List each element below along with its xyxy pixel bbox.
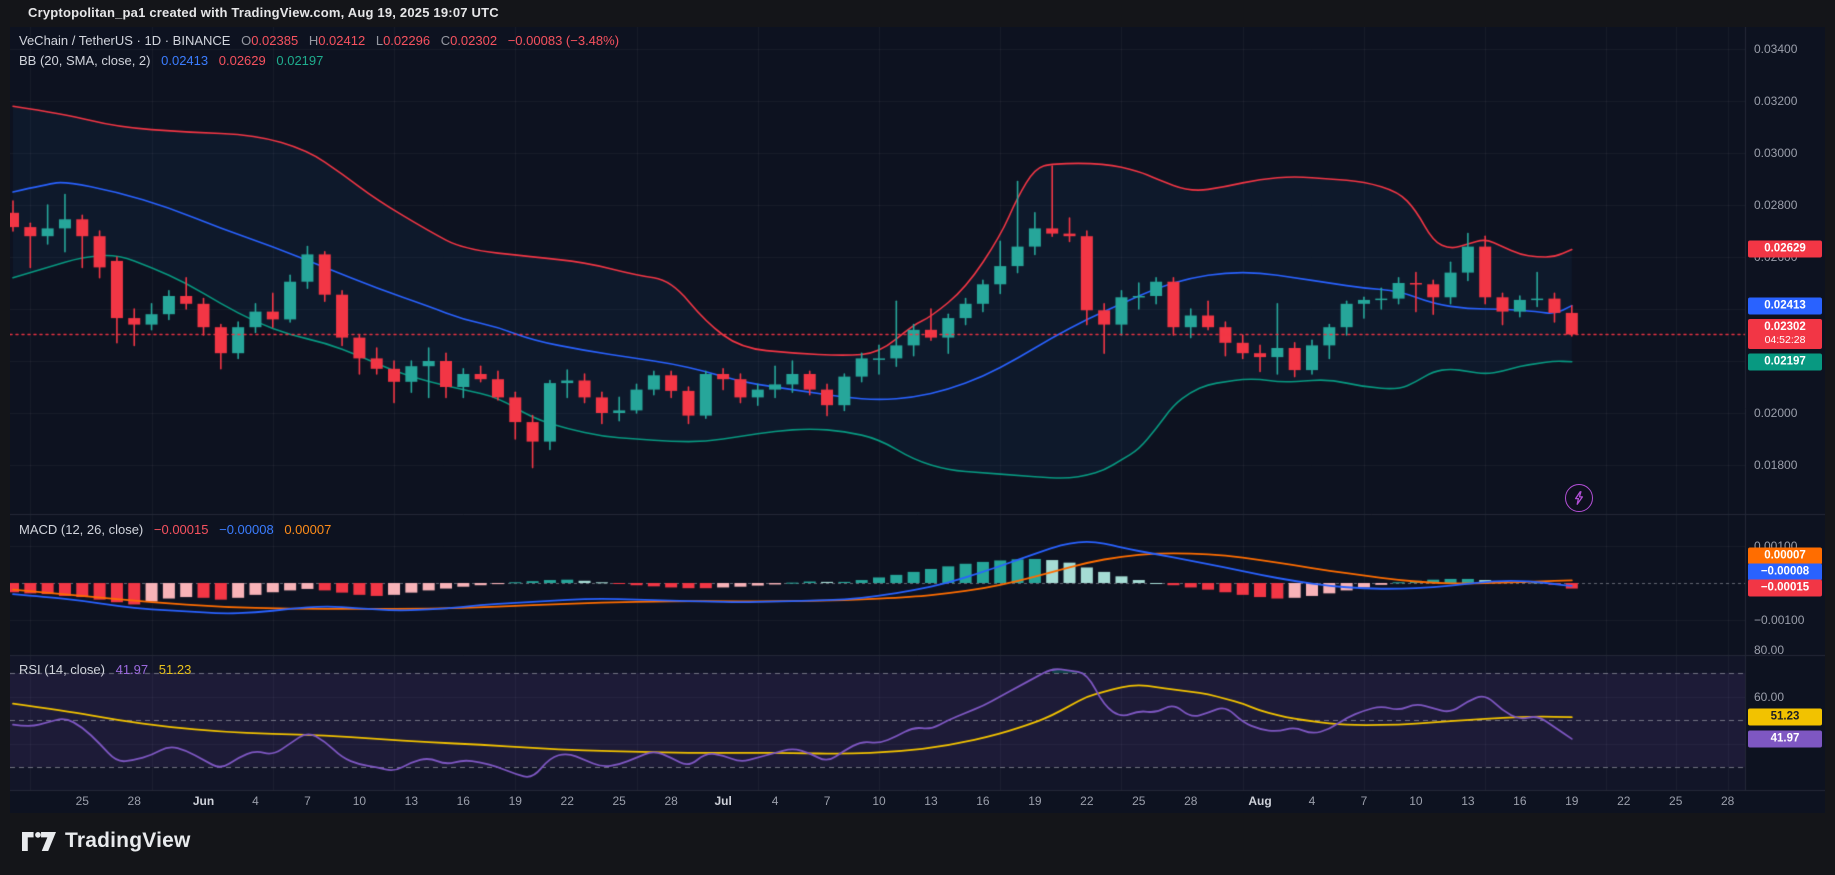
time-label[interactable]: 7 [304, 794, 311, 808]
bb-lower-value: 0.02197 [276, 53, 324, 68]
time-label[interactable]: 4 [772, 794, 779, 808]
right-frame-strip [1825, 27, 1835, 813]
time-label[interactable]: Aug [1248, 794, 1271, 808]
price-tick: 0.03400 [1754, 42, 1798, 56]
time-label[interactable]: Jun [193, 794, 214, 808]
macd-tick: −0.00100 [1754, 613, 1805, 627]
macd-name[interactable]: MACD (12, 26, close) [19, 522, 143, 537]
time-label[interactable]: 22 [1617, 794, 1630, 808]
price-tick: 0.03200 [1754, 94, 1798, 108]
time-label[interactable]: 16 [976, 794, 989, 808]
time-label[interactable]: 22 [1080, 794, 1093, 808]
time-label[interactable]: 25 [613, 794, 626, 808]
tradingview-mark-icon [22, 831, 56, 851]
rsi-ma-value: 51.23 [158, 662, 192, 677]
time-label[interactable]: 25 [1669, 794, 1682, 808]
chart-canvas[interactable] [10, 27, 1825, 813]
price-chip[interactable]: 0.02197 [1748, 353, 1822, 371]
time-label[interactable]: 10 [1409, 794, 1422, 808]
price-tick: 0.01800 [1754, 458, 1798, 472]
time-label[interactable]: 25 [76, 794, 89, 808]
price-chip[interactable]: 0.02629 [1748, 240, 1822, 258]
time-label[interactable]: 7 [824, 794, 831, 808]
chart-area: VeChain / TetherUS · 1D · BINANCE O0.023… [10, 27, 1825, 813]
tradingview-window: Cryptopolitan_pa1 created with TradingVi… [0, 0, 1835, 875]
price-tick: 0.02800 [1754, 198, 1798, 212]
bottom-bar: TradingView [0, 813, 1835, 875]
bb-upper-value: 0.02629 [218, 53, 266, 68]
left-frame-strip [0, 27, 10, 813]
time-label[interactable]: 13 [1461, 794, 1474, 808]
top-bar: Cryptopolitan_pa1 created with TradingVi… [0, 0, 1835, 27]
time-label[interactable]: 13 [405, 794, 418, 808]
price-tick: 0.02000 [1754, 406, 1798, 420]
time-label[interactable]: 19 [1565, 794, 1578, 808]
macd-chip[interactable]: −0.00008 [1748, 563, 1822, 581]
time-label[interactable]: 28 [128, 794, 141, 808]
macd-line-value: −0.00008 [219, 522, 274, 537]
time-label[interactable]: 16 [1513, 794, 1526, 808]
time-label[interactable]: 7 [1361, 794, 1368, 808]
time-label[interactable]: 22 [561, 794, 574, 808]
time-label[interactable]: 13 [924, 794, 937, 808]
ohlc-open: O0.02385 [241, 33, 299, 48]
bb-legend[interactable]: BB (20, SMA, close, 2) 0.02413 0.02629 0… [19, 53, 323, 68]
time-label[interactable]: 4 [252, 794, 259, 808]
quick-trade-button[interactable] [1565, 484, 1593, 512]
price-chip[interactable]: 0.02302 04:52:28 [1748, 319, 1822, 350]
rsi-legend[interactable]: RSI (14, close) 41.97 51.23 [19, 662, 191, 677]
price-tick: 0.03000 [1754, 146, 1798, 160]
macd-hist-value: −0.00015 [153, 522, 209, 537]
time-label[interactable]: 16 [457, 794, 470, 808]
brand-name: TradingView [65, 829, 191, 852]
rsi-tick: 60.00 [1754, 689, 1785, 704]
time-label[interactable]: 28 [1184, 794, 1197, 808]
symbol-legend[interactable]: VeChain / TetherUS · 1D · BINANCE O0.023… [19, 33, 619, 48]
tradingview-logo[interactable]: TradingView [22, 829, 191, 853]
countdown-timer: 04:52:28 [1764, 334, 1806, 347]
lightning-icon [1574, 491, 1584, 505]
macd-chip[interactable]: 0.00007 [1748, 547, 1822, 565]
time-label[interactable]: Jul [714, 794, 731, 808]
bb-basis-value: 0.02413 [161, 53, 209, 68]
ohlc-high: H0.02412 [308, 33, 366, 48]
page-title: Cryptopolitan_pa1 created with TradingVi… [28, 5, 499, 20]
price-chip[interactable]: 0.02413 [1748, 297, 1822, 315]
rsi-chip[interactable]: 41.97 [1748, 730, 1822, 748]
time-label[interactable]: 19 [509, 794, 522, 808]
rsi-chip[interactable]: 51.23 [1748, 708, 1822, 726]
macd-signal-value: 0.00007 [284, 522, 332, 537]
time-label[interactable]: 19 [1028, 794, 1041, 808]
macd-legend[interactable]: MACD (12, 26, close) −0.00015 −0.00008 0… [19, 522, 331, 537]
symbol-name[interactable]: VeChain / TetherUS · 1D · BINANCE [19, 33, 230, 48]
time-label[interactable]: 4 [1309, 794, 1316, 808]
time-label[interactable]: 10 [353, 794, 366, 808]
rsi-value: 41.97 [115, 662, 149, 677]
rsi-name[interactable]: RSI (14, close) [19, 662, 105, 677]
change-value: −0.00083 (−3.48%) [507, 33, 620, 48]
rsi-tick: 80.00 [1754, 642, 1785, 657]
ohlc-close: C0.02302 [440, 33, 498, 48]
macd-chip[interactable]: −0.00015 [1748, 579, 1822, 597]
time-label[interactable]: 28 [1721, 794, 1734, 808]
bb-name[interactable]: BB (20, SMA, close, 2) [19, 53, 151, 68]
time-label[interactable]: 10 [872, 794, 885, 808]
ohlc-low: L0.02296 [375, 33, 431, 48]
time-label[interactable]: 28 [664, 794, 677, 808]
time-label[interactable]: 25 [1132, 794, 1145, 808]
